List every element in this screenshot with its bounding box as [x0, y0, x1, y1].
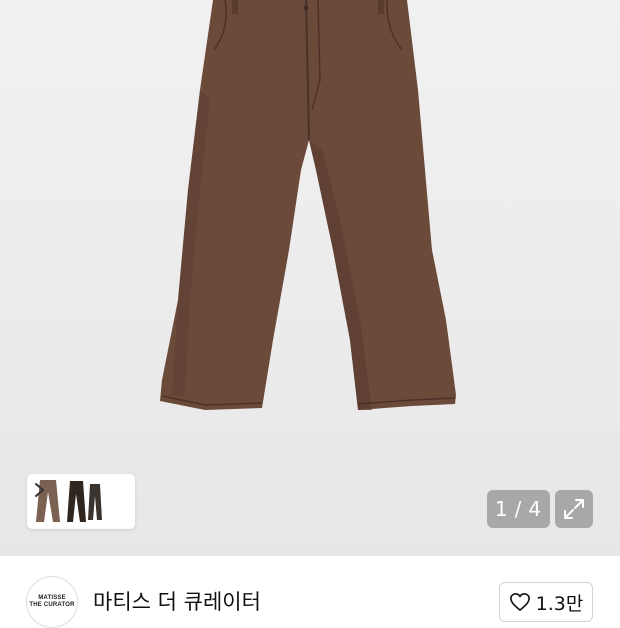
image-page-counter: 1 / 4 [487, 490, 550, 528]
fullscreen-button[interactable] [555, 490, 593, 528]
store-logo-line2: THE CURATOR [29, 602, 75, 608]
heart-outline-icon [509, 593, 530, 611]
like-button[interactable]: 1.3만 [499, 582, 593, 622]
chevron-right-icon[interactable] [33, 478, 47, 502]
store-name[interactable]: 마티스 더 큐레이터 [93, 586, 261, 616]
page-separator: / [514, 497, 523, 521]
product-image-gallery[interactable]: 1 / 4 [0, 0, 620, 556]
thumbnail-images[interactable] [33, 478, 133, 524]
page-total: 4 [528, 497, 543, 521]
thumbnail-strip[interactable] [27, 474, 135, 529]
store-logo-line1: MATISSE [38, 595, 66, 601]
product-image-brown-pants [160, 0, 456, 410]
store-logo[interactable]: MATISSE THE CURATOR [26, 576, 78, 628]
expand-icon [564, 499, 584, 519]
page-current: 1 [494, 497, 509, 521]
like-count: 1.3만 [535, 592, 584, 615]
